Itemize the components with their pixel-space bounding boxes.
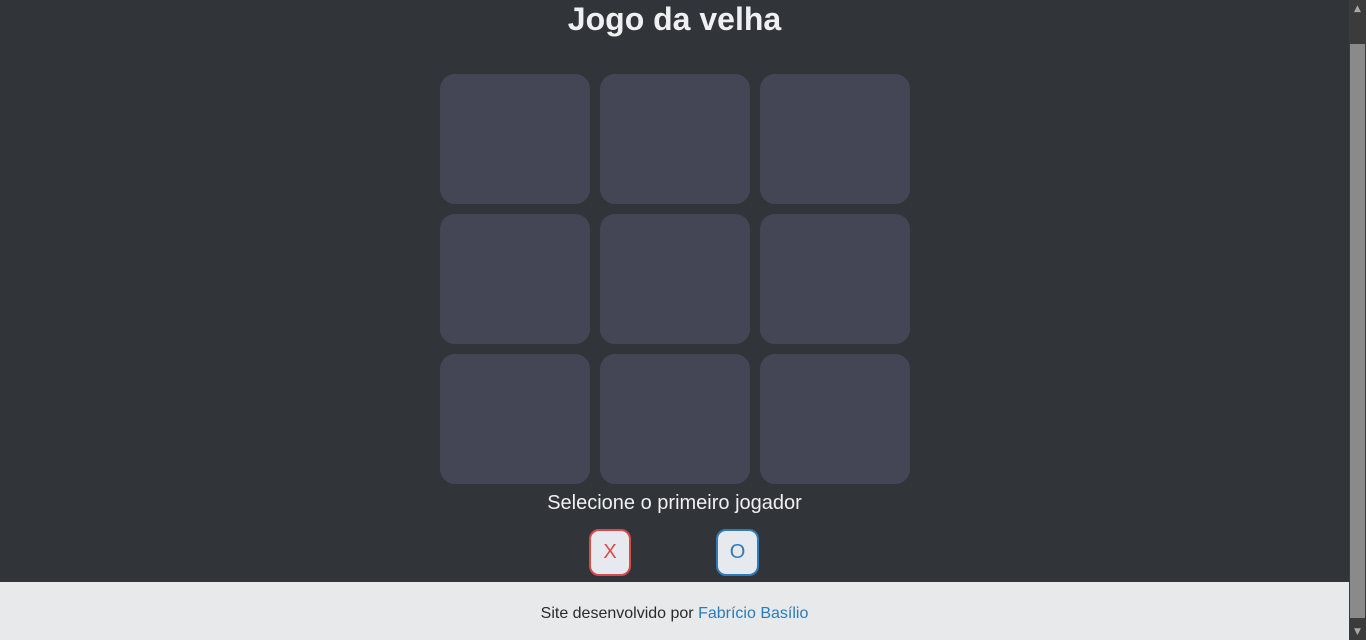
scroll-thumb[interactable] [1350, 44, 1365, 618]
board-cell-6[interactable] [760, 214, 910, 344]
vertical-scrollbar[interactable]: ▲ ▼ [1349, 0, 1366, 640]
scroll-down-arrow-icon[interactable]: ▼ [1349, 623, 1366, 640]
footer: Site desenvolvido por Fabrício Basílio [0, 582, 1349, 640]
footer-text: Site desenvolvido por [540, 605, 694, 622]
board-cell-7[interactable] [440, 354, 590, 484]
game-area: Jogo da velha Selecione o primeiro jogad… [0, 0, 1349, 582]
board-cell-5[interactable] [600, 214, 750, 344]
first-player-prompt: Selecione o primeiro jogador [547, 492, 802, 514]
board-cell-3[interactable] [760, 74, 910, 204]
board-cell-1[interactable] [440, 74, 590, 204]
board-cell-9[interactable] [760, 354, 910, 484]
board-cell-4[interactable] [440, 214, 590, 344]
board-cell-8[interactable] [600, 354, 750, 484]
select-x-button[interactable]: X [589, 529, 631, 576]
author-link[interactable]: Fabrício Basílio [698, 605, 808, 622]
scroll-up-arrow-icon[interactable]: ▲ [1349, 0, 1366, 17]
select-o-button[interactable]: O [716, 529, 759, 576]
page-title: Jogo da velha [567, 1, 782, 37]
tic-tac-toe-board [440, 74, 910, 485]
board-cell-2[interactable] [600, 74, 750, 204]
